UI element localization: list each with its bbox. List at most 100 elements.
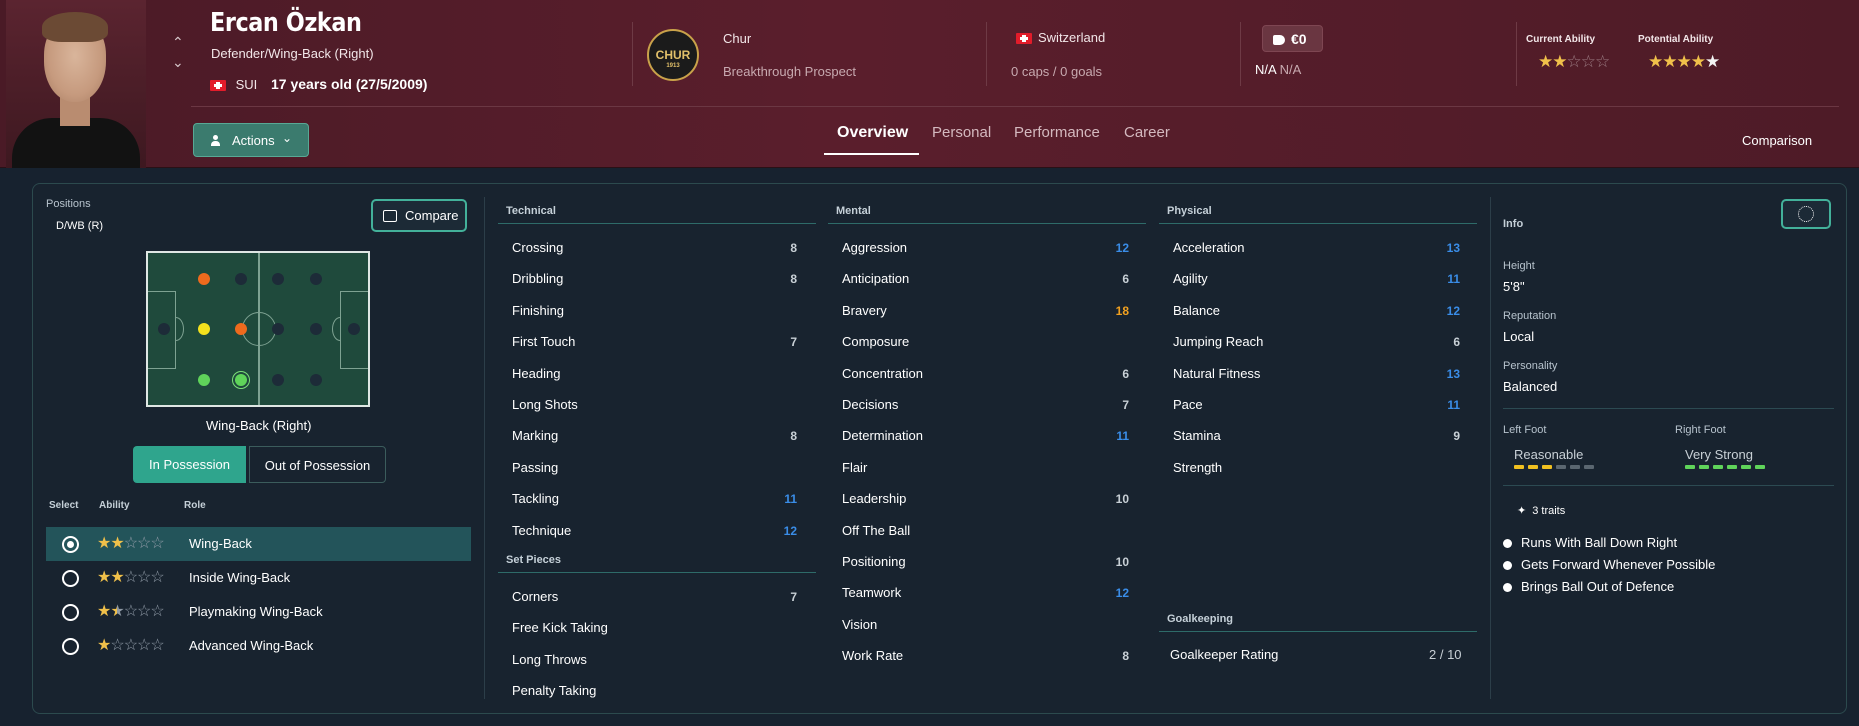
potential-ability-label: Potential Ability: [1638, 34, 1714, 45]
club-status: Breakthrough Prospect: [723, 64, 856, 79]
role-row[interactable]: ★★☆☆☆ Inside Wing-Back: [46, 561, 471, 595]
chevron-up-icon[interactable]: ⌃: [172, 34, 184, 51]
price-tag-icon: [1273, 35, 1285, 45]
club-name[interactable]: Chur: [723, 31, 751, 46]
player-header: ⌃ ⌄ Ercan Özkan Defender/Wing-Back (Righ…: [0, 0, 1859, 168]
tab-performance[interactable]: Performance: [1014, 124, 1100, 141]
compare-icon: [383, 210, 397, 222]
attribute-section-title: Physical: [1167, 205, 1212, 217]
position-dot[interactable]: [198, 374, 210, 386]
positions-label: Positions: [46, 198, 91, 210]
nationality-code: SUI: [235, 77, 258, 92]
attribute-value: 12: [1446, 303, 1460, 318]
role-radio[interactable]: [62, 536, 79, 553]
attribute-value: 7: [1122, 398, 1129, 412]
attribute-name: Work Rate: [842, 648, 904, 664]
club-badge[interactable]: CHUR 1913: [647, 29, 699, 81]
trait-label: Brings Ball Out of Defence: [1521, 579, 1675, 594]
attribute-value: 13: [1446, 241, 1460, 255]
section-divider: [1159, 223, 1477, 224]
attribute-value: 8: [1122, 649, 1129, 664]
height-label: Height: [1503, 260, 1535, 272]
role-radio[interactable]: [62, 570, 79, 587]
position-dot[interactable]: [235, 323, 247, 335]
foot-strength-segment: [1755, 465, 1765, 469]
attribute-name: First Touch: [512, 334, 576, 350]
role-radio[interactable]: [62, 638, 79, 655]
role-ability-stars: ★☆☆☆☆: [97, 637, 165, 654]
value-badge: €0: [1262, 25, 1323, 52]
attribute-value: 8: [790, 429, 797, 444]
foot-strength-segment: [1556, 465, 1566, 469]
chevron-down-icon[interactable]: ⌄: [172, 54, 184, 71]
position-dot[interactable]: [272, 323, 284, 335]
tab-overview[interactable]: Overview: [837, 124, 908, 142]
positions-value: D/WB (R): [56, 220, 104, 232]
actions-button[interactable]: Actions ⌄: [193, 123, 309, 157]
comparison-link[interactable]: Comparison: [1742, 133, 1812, 148]
attribute-name: Jumping Reach: [1173, 334, 1264, 350]
left-foot-label: Left Foot: [1503, 424, 1547, 436]
attribute-name: Free Kick Taking: [512, 620, 608, 636]
attribute-name: Determination: [842, 428, 923, 444]
role-name: Playmaking Wing-Back: [189, 604, 323, 619]
sparkle-icon: ✦: [1517, 505, 1527, 517]
current-ability-label: Current Ability: [1526, 34, 1596, 45]
attribute-value: 12: [1115, 586, 1129, 601]
club-badge-year: 1913: [666, 63, 680, 69]
tab-personal[interactable]: Personal: [932, 124, 991, 141]
attribute-name: Leadership: [842, 491, 907, 507]
trait-label: Gets Forward Whenever Possible: [1521, 557, 1716, 572]
role-row[interactable]: ★☆☆☆☆ Advanced Wing-Back: [46, 629, 471, 663]
swiss-flag-icon: [210, 80, 226, 92]
position-dot[interactable]: [198, 323, 210, 335]
attribute-value: 11: [784, 492, 797, 507]
position-dot[interactable]: [235, 273, 247, 285]
tab-career[interactable]: Career: [1124, 124, 1170, 141]
attribute-name: Teamwork: [842, 585, 902, 601]
selected-position-title: Wing-Back (Right): [206, 418, 312, 433]
attribute-section-title: Technical: [506, 205, 556, 217]
position-dot[interactable]: [158, 323, 170, 335]
role-ability-stars: ★★☆☆☆: [97, 603, 165, 620]
position-dot[interactable]: [272, 273, 284, 285]
divider: [1240, 22, 1241, 86]
current-ability-stars: ★★☆☆☆: [1538, 52, 1610, 71]
foot-strength-segment: [1713, 465, 1723, 469]
position-dot[interactable]: [272, 374, 284, 386]
role-row[interactable]: ★★☆☆☆ Wing-Back: [46, 527, 471, 561]
selected-position-dot[interactable]: [235, 374, 247, 386]
attribute-value: 7: [790, 590, 797, 604]
select-column-header: Select: [49, 500, 79, 511]
out-of-possession-toggle[interactable]: Out of Possession: [249, 446, 386, 483]
foot-strength-segment: [1741, 465, 1751, 469]
international-caps: 0 caps / 0 goals: [1011, 64, 1103, 79]
position-dot[interactable]: [310, 323, 322, 335]
reputation-label: Reputation: [1503, 310, 1557, 322]
position-dot[interactable]: [310, 374, 322, 386]
column-divider: [1490, 197, 1491, 699]
attribute-value: 6: [1453, 335, 1460, 350]
foot-strength-segment: [1514, 465, 1524, 469]
compare-button[interactable]: Compare: [371, 199, 467, 232]
attribute-name: Agility: [1173, 271, 1208, 287]
wage-value: N/A: [1255, 62, 1277, 77]
attribute-name: Passing: [512, 459, 559, 475]
attribute-name: Heading: [512, 365, 561, 381]
international-country[interactable]: Switzerland: [1016, 30, 1105, 45]
position-dot[interactable]: [198, 273, 210, 285]
position-dot[interactable]: [310, 273, 322, 285]
header-divider: [191, 106, 1839, 107]
role-row[interactable]: ★★☆☆☆ Playmaking Wing-Back: [46, 595, 471, 629]
attribute-name: Stamina: [1173, 428, 1221, 444]
attribute-value: 7: [790, 335, 797, 350]
traits-header: ✦ 3 traits: [1517, 504, 1565, 517]
player-profile-button[interactable]: [1781, 199, 1831, 229]
right-foot-value: Very Strong: [1685, 447, 1753, 462]
attribute-name: Crossing: [512, 240, 564, 255]
attribute-section-title: Goalkeeping: [1167, 613, 1234, 625]
player-name: Ercan Özkan: [210, 8, 362, 38]
in-possession-toggle[interactable]: In Possession: [133, 446, 246, 483]
position-dot[interactable]: [348, 323, 360, 335]
role-radio[interactable]: [62, 604, 79, 621]
